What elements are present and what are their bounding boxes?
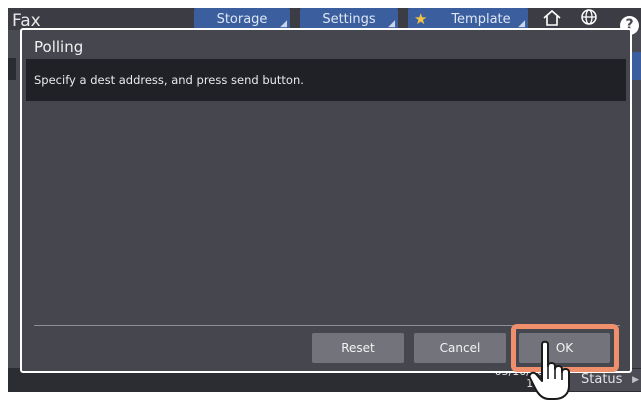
cancel-button[interactable]: Cancel [414,333,506,363]
settings-button[interactable]: Settings ◢ [300,8,398,30]
globe-icon[interactable] [576,8,602,30]
star-icon: ★ [414,10,428,28]
pointing-hand-icon [528,340,570,400]
message-bar: Specify a dest address, and press send b… [26,59,626,101]
arrow-right-icon: ▶ [632,375,639,385]
template-button[interactable]: ★ Template ◢ [408,8,528,30]
template-label: Template [451,12,511,27]
status-label: Status [581,372,623,387]
top-bar: Fax Storage ◢ Settings ◢ ★ Template ◢ [8,8,641,31]
message-text: Specify a dest address, and press send b… [34,73,304,87]
polling-dialog: Polling Specify a dest address, and pres… [20,28,632,373]
dialog-title: Polling [34,38,84,56]
storage-button[interactable]: Storage ◢ [194,8,290,30]
settings-label: Settings [322,12,376,27]
storage-label: Storage [216,12,268,27]
reset-button[interactable]: Reset [312,333,404,363]
background-strip [8,58,16,80]
home-icon[interactable] [539,8,565,30]
